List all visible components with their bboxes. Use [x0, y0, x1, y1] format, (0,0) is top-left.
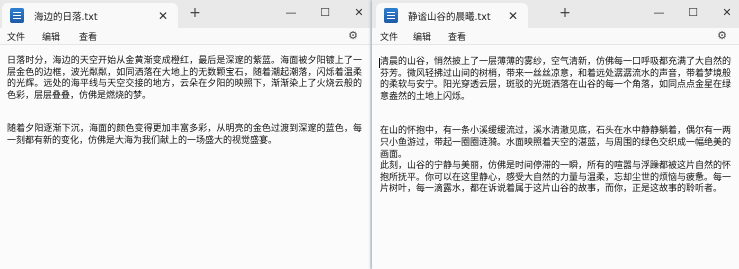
menu-bar: 文件 编辑 查看 ⚙ — [0, 28, 370, 44]
menu-bar: 文件 编辑 查看 ⚙ — [372, 28, 739, 44]
settings-gear-icon[interactable]: ⚙ — [717, 29, 727, 42]
menu-file[interactable]: 文件 — [380, 30, 398, 43]
minimize-button[interactable]: — — [650, 4, 668, 22]
paragraph-1: 清晨的山谷，悄然披上了一层薄薄的雾纱，空气清新，仿佛每一口呼吸都充满了大自然的芬… — [380, 57, 732, 102]
maximize-button[interactable]: ☐ — [684, 4, 702, 22]
tab-haibian-riluo[interactable]: 海边的日落.txt ✕ — [2, 3, 178, 28]
notepad-icon — [10, 8, 24, 23]
tab-jingmi-shangu[interactable]: 静谧山谷的晨曦.txt ✕ — [376, 3, 528, 28]
tab-title: 海边的日落.txt — [34, 11, 98, 23]
notepad-window-left: 海边的日落.txt ✕ + — ☐ ✕ 文件 编辑 查看 ⚙ 日落时分，海边的天… — [0, 0, 370, 269]
notepad-window-right: 静谧山谷的晨曦.txt ✕ + — ☐ ✕ 文件 编辑 查看 ⚙ 清晨的山谷，悄… — [372, 0, 739, 269]
text-editor-area[interactable]: 清晨的山谷，悄然披上了一层薄薄的雾纱，空气清新，仿佛每一口呼吸都充满了大自然的芬… — [372, 44, 739, 269]
menu-view[interactable]: 查看 — [79, 30, 97, 43]
notepad-icon — [384, 8, 398, 23]
menu-edit[interactable]: 编辑 — [413, 30, 431, 43]
menu-edit[interactable]: 编辑 — [42, 30, 60, 43]
text-editor-area[interactable]: 日落时分，海边的天空开始从金黄渐变成橙红，最后是深邃的紫蓝。海面被夕阳镀上了一层… — [0, 44, 370, 269]
title-bar: 海边的日落.txt ✕ + — ☐ ✕ — [0, 0, 370, 28]
paragraph-2: 在山的怀抱中，有一条小溪缓缓流过，溪水清澈见底，石头在水中静静躺着，偶尔有一两只… — [380, 126, 732, 195]
new-tab-button[interactable]: + — [556, 5, 574, 21]
menu-file[interactable]: 文件 — [7, 30, 25, 43]
minimize-button[interactable]: — — [282, 4, 300, 22]
settings-gear-icon[interactable]: ⚙ — [348, 29, 358, 42]
paragraph-1: 日落时分，海边的天空开始从金黄渐变成橙红，最后是深邃的紫蓝。海面被夕阳镀上了一层… — [7, 56, 362, 101]
close-button[interactable]: ✕ — [350, 4, 368, 22]
tab-close-icon[interactable]: ✕ — [154, 9, 172, 23]
menu-view[interactable]: 查看 — [448, 30, 466, 43]
maximize-button[interactable]: ☐ — [316, 4, 334, 22]
new-tab-button[interactable]: + — [186, 5, 204, 21]
close-button[interactable]: ✕ — [718, 4, 736, 22]
text-cursor — [379, 58, 380, 68]
tab-close-icon[interactable]: ✕ — [504, 9, 522, 23]
paragraph-2: 随着夕阳逐渐下沉，海面的颜色变得更加丰富多彩，从明亮的金色过渡到深邃的蓝色，每一… — [7, 124, 362, 146]
tab-title: 静谧山谷的晨曦.txt — [408, 11, 491, 23]
title-bar: 静谧山谷的晨曦.txt ✕ + — ☐ ✕ — [372, 0, 739, 28]
